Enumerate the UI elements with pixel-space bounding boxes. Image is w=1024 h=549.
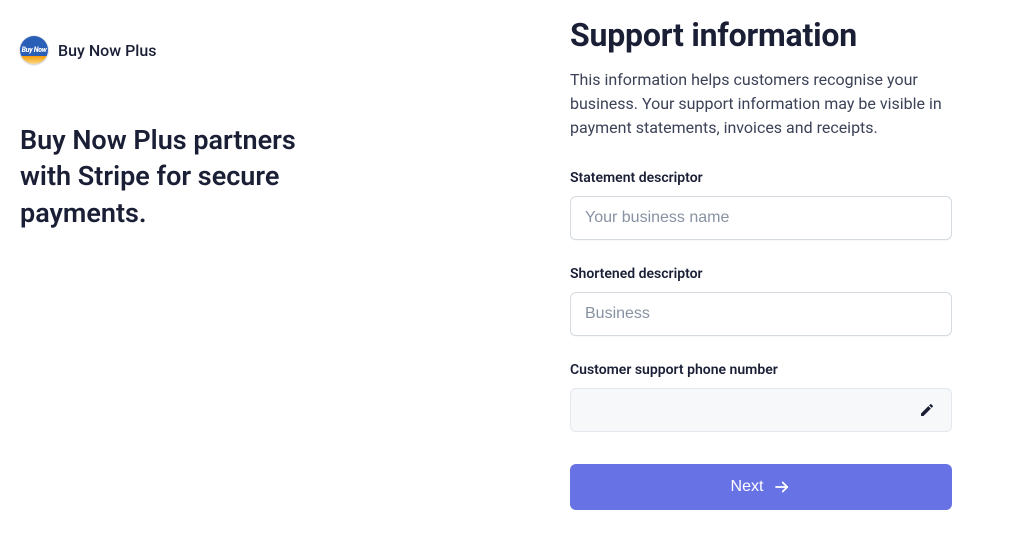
arrow-right-icon <box>773 478 791 496</box>
support-phone-group: Customer support phone number <box>570 362 952 432</box>
page-description: This information helps customers recogni… <box>570 68 952 140</box>
brand-row: Buy Now Buy Now Plus <box>20 36 492 64</box>
statement-descriptor-label: Statement descriptor <box>570 170 952 186</box>
shortened-descriptor-label: Shortened descriptor <box>570 266 952 282</box>
page-title: Support information <box>570 16 952 54</box>
left-panel: Buy Now Buy Now Plus Buy Now Plus partne… <box>0 0 512 549</box>
brand-logo-text: Buy Now <box>22 47 47 54</box>
support-phone-label: Customer support phone number <box>570 362 952 378</box>
statement-descriptor-group: Statement descriptor <box>570 170 952 240</box>
statement-descriptor-input[interactable] <box>570 196 952 240</box>
edit-icon <box>919 402 935 418</box>
partner-headline: Buy Now Plus partners with Stripe for se… <box>20 122 320 231</box>
next-button[interactable]: Next <box>570 464 952 510</box>
brand-logo-icon: Buy Now <box>20 36 48 64</box>
shortened-descriptor-group: Shortened descriptor <box>570 266 952 336</box>
brand-name: Buy Now Plus <box>58 41 157 60</box>
next-button-label: Next <box>731 478 764 496</box>
right-panel: Support information This information hel… <box>512 0 1024 549</box>
support-phone-field[interactable] <box>570 388 952 432</box>
shortened-descriptor-input[interactable] <box>570 292 952 336</box>
